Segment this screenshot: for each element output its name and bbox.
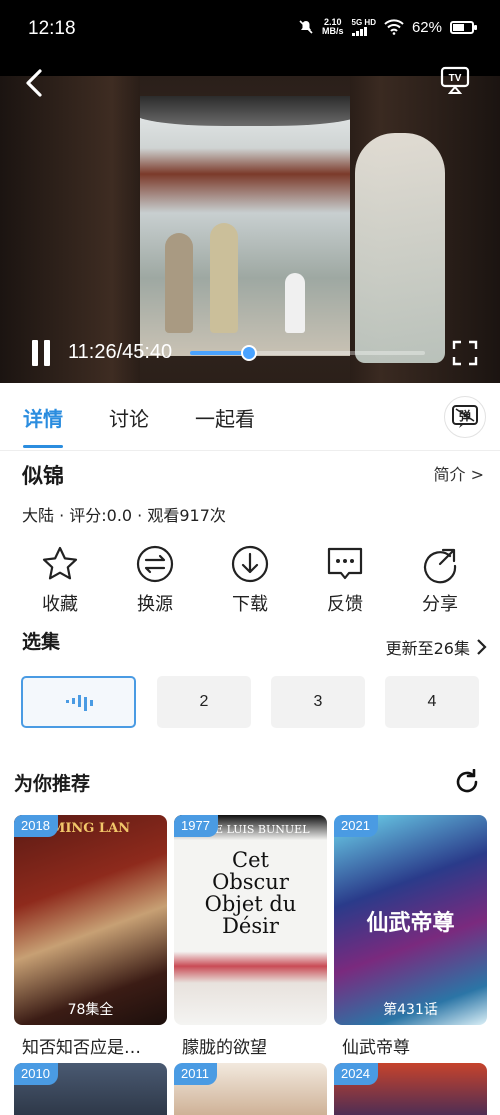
- battery-percent: 62%: [411, 18, 442, 36]
- feedback-icon: [327, 547, 363, 580]
- tab-details[interactable]: 详情: [23, 403, 63, 432]
- intro-link[interactable]: 简介 >: [434, 461, 485, 485]
- show-title: 似锦: [22, 464, 64, 488]
- poster-image: 仙武帝尊 2021 第431话: [334, 815, 487, 1025]
- episode-button[interactable]: 2: [157, 676, 251, 728]
- year-badge: 2010: [14, 1063, 58, 1085]
- battery-level: [453, 23, 465, 31]
- recommend-card[interactable]: 2024: [334, 1063, 487, 1115]
- recommend-title: 为你推荐: [14, 773, 91, 795]
- recommend-card[interactable]: M DE LUIS BUNUEL Cet Obscur Objet du Dés…: [174, 815, 327, 1058]
- recommend-card[interactable]: 2011: [174, 1063, 327, 1115]
- status-bar: 12:18 2.10 MB/s 5G HD 62%: [0, 0, 500, 76]
- tv-cast-icon[interactable]: TV: [440, 66, 470, 94]
- wifi-icon: [384, 19, 404, 35]
- status-indicators: 2.10 MB/s 5G HD 62%: [298, 17, 477, 36]
- poster-title: 仙武帝尊: [366, 910, 455, 936]
- status-time: 12:18: [28, 18, 76, 39]
- fullscreen-icon[interactable]: [452, 340, 478, 366]
- tab-watch-together[interactable]: 一起看: [195, 403, 255, 432]
- episode-button[interactable]: 4: [385, 676, 479, 728]
- detail-tabs: 详情 讨论 一起看 弹: [0, 383, 500, 451]
- video-figure: [165, 233, 193, 333]
- show-meta: 大陆 · 评分:0.0 · 观看917次: [22, 506, 226, 525]
- danmaku-toggle[interactable]: 弹: [444, 396, 486, 438]
- video-figure: [285, 273, 305, 333]
- video-figure: [355, 133, 445, 363]
- feedback-button[interactable]: 反馈: [305, 540, 385, 616]
- poster-title: Cet Obscur Objet du Désir: [204, 848, 297, 938]
- switch-icon: [136, 545, 174, 583]
- tab-discussion[interactable]: 讨论: [109, 403, 149, 432]
- year-badge: 2021: [334, 815, 378, 837]
- episode-1-playing[interactable]: [21, 676, 136, 728]
- recommend-card[interactable]: 仙武帝尊 2021 第431话 仙武帝尊: [334, 815, 487, 1058]
- card-title: 仙武帝尊: [342, 1038, 410, 1058]
- switch-source-button[interactable]: 换源: [115, 540, 195, 616]
- playback-time: 11:26/45:40: [68, 341, 173, 363]
- download-button[interactable]: 下载: [210, 540, 290, 616]
- download-icon: [231, 545, 269, 583]
- progress-track[interactable]: [190, 351, 425, 355]
- recommend-card[interactable]: MING LAN 2018 78集全 知否知否应是…: [14, 815, 167, 1058]
- action-bar: 收藏 换源 下载 反馈 分享: [0, 540, 500, 620]
- video-player[interactable]: [0, 76, 500, 383]
- pause-button[interactable]: [30, 340, 52, 366]
- year-badge: 2011: [174, 1063, 217, 1085]
- svg-text:TV: TV: [449, 73, 462, 84]
- refresh-icon[interactable]: [454, 769, 480, 795]
- video-frame-curtain: [135, 96, 360, 126]
- signal-indicator: 5G HD: [351, 18, 376, 36]
- mute-icon: [299, 20, 313, 34]
- back-arrow-icon[interactable]: [22, 68, 46, 98]
- video-frame-door: [0, 76, 140, 383]
- year-badge: 2024: [334, 1063, 378, 1085]
- recommend-card[interactable]: 2010: [14, 1063, 167, 1115]
- poster-image: M DE LUIS BUNUEL Cet Obscur Objet du Dés…: [174, 815, 327, 1025]
- signal-icon: [351, 27, 367, 36]
- card-title: 朦胧的欲望: [182, 1038, 267, 1058]
- video-figure: [210, 223, 238, 333]
- active-tab-indicator: [23, 445, 63, 448]
- year-badge: 1977: [174, 815, 218, 837]
- progress-played: [190, 351, 249, 355]
- chevron-right-icon: [477, 639, 487, 655]
- poster-image: MING LAN 2018 78集全: [14, 815, 167, 1025]
- episodes-title: 选集: [22, 631, 61, 653]
- battery-icon: [450, 20, 477, 34]
- episodes-update-link[interactable]: 更新至26集: [386, 635, 488, 659]
- favorite-button[interactable]: 收藏: [20, 540, 100, 616]
- share-icon: [423, 548, 457, 584]
- episode-count: 第431话: [383, 1002, 438, 1018]
- danmaku-icon: 弹: [452, 405, 478, 428]
- year-badge: 2018: [14, 815, 58, 837]
- share-button[interactable]: 分享: [400, 540, 480, 616]
- episode-button[interactable]: 3: [271, 676, 365, 728]
- progress-thumb[interactable]: [240, 345, 257, 361]
- episode-count: 78集全: [67, 1002, 114, 1018]
- card-title: 知否知否应是…: [22, 1038, 141, 1058]
- star-icon: [42, 546, 78, 580]
- net-speed: 2.10 MB/s: [322, 17, 344, 36]
- playing-bars-icon: [65, 695, 93, 711]
